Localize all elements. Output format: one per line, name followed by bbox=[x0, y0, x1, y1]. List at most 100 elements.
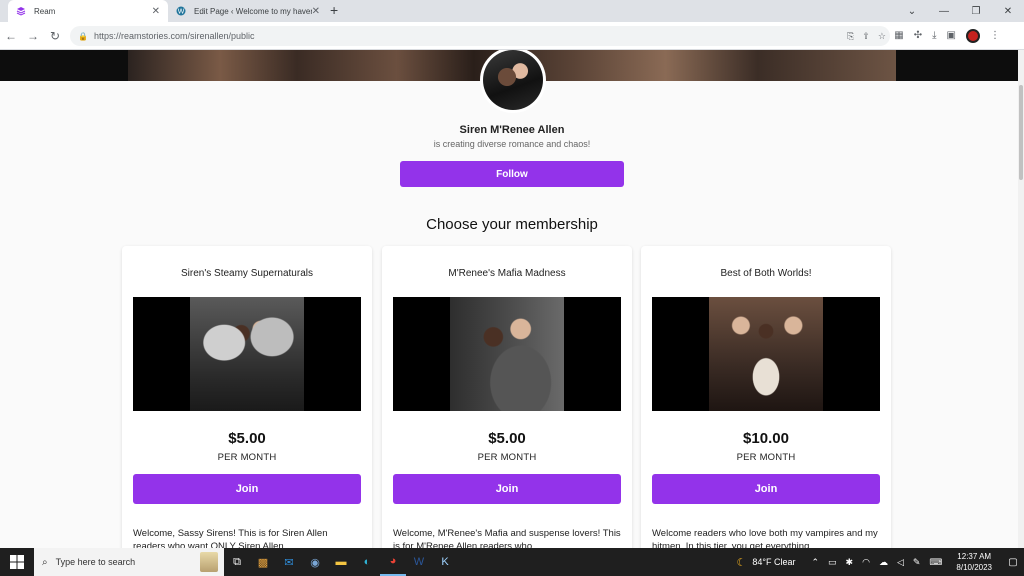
search-placeholder: Type here to search bbox=[55, 557, 136, 567]
browser-toolbar: ← → ↻ 🔒 https://reamstories.com/sirenall… bbox=[0, 22, 1024, 50]
address-bar[interactable]: 🔒 https://reamstories.com/sirenallen/pub… bbox=[70, 26, 890, 46]
tier-title: Best of Both Worlds! bbox=[720, 268, 812, 279]
tier-price: $10.00 bbox=[743, 430, 789, 447]
search-icon: ⌕ bbox=[42, 556, 48, 568]
windows-taskbar: ⌕ Type here to search ⧉ ▩ ✉ ◉ ▬ ◐ ◕ W K … bbox=[0, 548, 1024, 576]
windows-start-button[interactable] bbox=[0, 548, 34, 576]
clock[interactable]: 12:37 AM 8/10/2023 bbox=[956, 551, 992, 573]
chevron-up-icon[interactable]: ⌃ bbox=[811, 557, 819, 568]
membership-heading: Choose your membership bbox=[426, 216, 598, 233]
angel-couple-image bbox=[190, 297, 304, 411]
tab-edit-page[interactable]: W Edit Page ‹ Welcome to my haven ✕ bbox=[168, 0, 328, 22]
creator-name: Siren M'Renee Allen bbox=[459, 124, 565, 136]
task-view-icon[interactable]: ⧉ bbox=[224, 548, 250, 576]
page-content: Siren M'Renee Allen is creating diverse … bbox=[0, 50, 1024, 548]
keyboard-icon[interactable]: ⌨ bbox=[929, 557, 942, 568]
notifications-icon[interactable]: ▢ bbox=[1002, 557, 1024, 568]
profile-avatar[interactable] bbox=[966, 28, 980, 43]
moon-icon: ☾ bbox=[736, 556, 747, 569]
tier-cover-image bbox=[133, 297, 361, 411]
join-button[interactable]: Join bbox=[393, 474, 621, 504]
wifi-icon[interactable]: ◠ bbox=[862, 557, 870, 568]
lock-icon[interactable]: 🔒 bbox=[78, 32, 88, 41]
browser-tab-strip: Ream ✕ W Edit Page ‹ Welcome to my haven… bbox=[0, 0, 1024, 22]
omnibox-icons: ⎘ ⇪ ☆ bbox=[847, 31, 886, 42]
tray-icons: ⌃ ▭ ✱ ◠ ☁ ◁ ✎ ⌨ bbox=[811, 557, 942, 568]
join-button[interactable]: Join bbox=[652, 474, 880, 504]
extension-icon[interactable]: ▦ bbox=[894, 30, 903, 41]
tier-description: Welcome, M'Renee's Mafia and suspense lo… bbox=[393, 528, 621, 548]
wordpress-icon: W bbox=[176, 6, 186, 16]
system-tray: ☾ 84°F Clear ⌃ ▭ ✱ ◠ ☁ ◁ ✎ ⌨ 12:37 AM 8/… bbox=[736, 548, 1024, 576]
weather-widget[interactable]: ☾ 84°F Clear bbox=[736, 556, 795, 569]
close-tab-icon[interactable]: ✕ bbox=[312, 6, 320, 17]
pen-icon[interactable]: ✎ bbox=[913, 557, 921, 568]
page-scrollbar[interactable] bbox=[1018, 50, 1024, 548]
tier-description: Welcome readers who love both my vampire… bbox=[652, 528, 878, 548]
star-icon[interactable]: ☆ bbox=[878, 31, 886, 42]
search-highlight-icon bbox=[200, 552, 218, 572]
chrome-icon[interactable]: ◕ bbox=[380, 548, 406, 576]
ream-logo-icon bbox=[16, 7, 26, 16]
tier-period: PER MONTH bbox=[477, 452, 537, 463]
volume-icon[interactable]: ◁ bbox=[897, 557, 904, 568]
tier-cover-image bbox=[393, 297, 621, 411]
word-icon[interactable]: W bbox=[406, 548, 432, 576]
kindle-icon[interactable]: K bbox=[432, 548, 458, 576]
close-window-icon[interactable]: ✕ bbox=[992, 0, 1024, 22]
file-explorer-icon[interactable]: ▬ bbox=[328, 548, 354, 576]
mail-icon[interactable]: ✉ bbox=[276, 548, 302, 576]
tier-cover-image bbox=[652, 297, 880, 411]
new-tab-icon[interactable]: + bbox=[330, 2, 338, 18]
app-icon[interactable]: ▩ bbox=[250, 548, 276, 576]
tier-price: $5.00 bbox=[228, 430, 266, 447]
tab-title: Ream bbox=[34, 6, 56, 16]
puzzle-icon[interactable]: ✣ bbox=[914, 30, 922, 41]
tab-ream[interactable]: Ream ✕ bbox=[8, 0, 168, 22]
mafia-couple-image bbox=[450, 297, 564, 411]
clock-time: 12:37 AM bbox=[957, 552, 992, 561]
creator-avatar[interactable] bbox=[480, 50, 546, 113]
taskbar-search[interactable]: ⌕ Type here to search bbox=[34, 548, 224, 576]
tier-description: Welcome, Sassy Sirens! This is for Siren… bbox=[133, 528, 328, 548]
device-icon[interactable]: ▭ bbox=[828, 557, 837, 568]
join-button[interactable]: Join bbox=[133, 474, 361, 504]
windows-logo-icon bbox=[10, 555, 24, 569]
clock-date: 8/10/2023 bbox=[956, 563, 992, 572]
tier-card: Siren's Steamy Supernaturals $5.00 PER M… bbox=[122, 246, 372, 548]
window-controls: ⌄ — ❐ ✕ bbox=[896, 0, 1024, 22]
share-icon[interactable]: ⇪ bbox=[862, 31, 870, 42]
edge-icon[interactable]: ◐ bbox=[354, 548, 380, 576]
media-icon[interactable]: ◉ bbox=[302, 548, 328, 576]
scrollbar-thumb[interactable] bbox=[1019, 85, 1023, 180]
download-icon[interactable]: ⤓ bbox=[932, 30, 936, 41]
creator-tagline: is creating diverse romance and chaos! bbox=[433, 139, 591, 149]
tab-title: Edit Page ‹ Welcome to my haven bbox=[194, 6, 312, 16]
minimize-icon[interactable]: — bbox=[928, 0, 960, 22]
bluetooth-icon[interactable]: ✱ bbox=[846, 557, 854, 568]
cloud-icon[interactable]: ☁ bbox=[879, 557, 888, 568]
weather-text: 84°F Clear bbox=[752, 557, 796, 567]
chevron-down-icon[interactable]: ⌄ bbox=[896, 0, 928, 22]
follow-button[interactable]: Follow bbox=[400, 161, 624, 187]
tier-title: Siren's Steamy Supernaturals bbox=[181, 268, 313, 279]
close-tab-icon[interactable]: ✕ bbox=[152, 6, 160, 17]
install-app-icon[interactable]: ⎘ bbox=[847, 31, 854, 42]
tier-period: PER MONTH bbox=[217, 452, 277, 463]
tier-title: M'Renee's Mafia Madness bbox=[448, 268, 566, 279]
toolbar-right: ▦ ✣ ⤓ ▣ ⋮ bbox=[894, 28, 1000, 43]
forward-icon[interactable]: → bbox=[22, 29, 44, 43]
back-icon[interactable]: ← bbox=[0, 29, 22, 43]
sidepanel-icon[interactable]: ▣ bbox=[947, 30, 956, 41]
tier-card: M'Renee's Mafia Madness $5.00 PER MONTH … bbox=[382, 246, 632, 548]
svg-text:W: W bbox=[178, 9, 185, 16]
restore-icon[interactable]: ❐ bbox=[960, 0, 992, 22]
tier-period: PER MONTH bbox=[736, 452, 796, 463]
tier-card: Best of Both Worlds! $10.00 PER MONTH Jo… bbox=[641, 246, 891, 548]
reload-icon[interactable]: ↻ bbox=[44, 29, 66, 43]
tier-price: $5.00 bbox=[488, 430, 526, 447]
trio-image bbox=[709, 297, 823, 411]
avatar-image bbox=[483, 50, 543, 110]
menu-icon[interactable]: ⋮ bbox=[990, 30, 1000, 41]
url-text[interactable]: https://reamstories.com/sirenallen/publi… bbox=[94, 31, 255, 41]
